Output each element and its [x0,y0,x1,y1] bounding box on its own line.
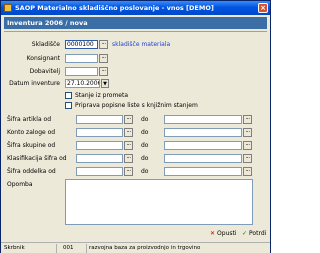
app-window: SAOP Materialno skladiščno poslovanje - … [0,0,271,253]
x-icon: ✕ [210,230,216,237]
window-title: SAOP Materialno skladiščno poslovanje - … [15,4,214,12]
form-panel: Skladišče 0000100 ... skladišče material… [4,31,267,237]
cancel-button-label: Opusti [217,230,237,237]
sifra-oddelka-label: Šifra oddelka od [7,168,56,175]
sifra-oddelka-do-label: do [141,168,149,175]
cancel-button[interactable]: ✕ Opusti [210,229,237,240]
status-code: 001 [63,245,74,251]
konto-zaloge-from-lookup-button[interactable]: ... [124,128,133,137]
skladisce-description: skladišče materiala [112,41,171,48]
klasifikacija-sifra-do-label: do [141,155,149,162]
stanje-iz-prometa-label: Stanje iz prometa [75,92,129,99]
confirm-button[interactable]: ✓ Potrdi [242,229,266,240]
sifra-oddelka-to-lookup-button[interactable]: ... [243,167,252,176]
sifra-oddelka-to-field[interactable] [164,167,242,176]
sifra-artikla-to-lookup-button[interactable]: ... [243,115,252,124]
klasifikacija-sifra-from-lookup-button[interactable]: ... [124,154,133,163]
konto-zaloge-to-lookup-button[interactable]: ... [243,128,252,137]
datum-dropdown-icon[interactable]: ▼ [101,79,109,88]
konsignant-lookup-button[interactable]: ... [99,54,108,63]
app-icon [4,4,12,12]
sifra-artikla-from-lookup-button[interactable]: ... [124,115,133,124]
status-bar: Skrbnik 001 razvojna baza za proizvodnjo… [1,242,270,253]
skladisce-field[interactable]: 0000100 [65,40,98,49]
stanje-iz-prometa-checkbox[interactable] [65,92,72,99]
sifra-artikla-from-field[interactable] [76,115,123,124]
sifra-skupine-from-lookup-button[interactable]: ... [124,141,133,150]
konsignant-label: Konsignant [26,55,60,62]
skladisce-lookup-button[interactable]: ... [99,40,108,49]
status-separator [56,244,57,253]
opomba-label: Opomba [7,181,33,188]
konsignant-field[interactable] [65,54,98,63]
datum-field[interactable]: 27.10.2006 [65,79,100,88]
datum-label: Datum inventure [9,80,60,87]
status-description: razvojna baza za proizvodnjo in trgovino [89,245,201,251]
sifra-skupine-to-lookup-button[interactable]: ... [243,141,252,150]
klasifikacija-sifra-to-field[interactable] [164,154,242,163]
sifra-artikla-to-field[interactable] [164,115,242,124]
klasifikacija-sifra-to-lookup-button[interactable]: ... [243,154,252,163]
status-separator [86,244,87,253]
konto-zaloge-do-label: do [141,129,149,136]
dobavitelj-lookup-button[interactable]: ... [99,67,108,76]
status-field: Skrbnik [4,245,25,251]
klasifikacija-sifra-from-field[interactable] [76,154,123,163]
sifra-skupine-from-field[interactable] [76,141,123,150]
dobavitelj-label: Dobavitelj [29,68,60,75]
sifra-oddelka-from-field[interactable] [76,167,123,176]
form-title: Inventura 2006 / nova [4,17,267,29]
sifra-skupine-label: Šifra skupine od [7,142,56,149]
check-icon: ✓ [242,230,248,237]
confirm-button-label: Potrdi [249,230,267,237]
close-icon[interactable]: × [258,3,268,13]
konto-zaloge-from-field[interactable] [76,128,123,137]
konto-zaloge-to-field[interactable] [164,128,242,137]
klasifikacija-sifra-label: Klasifikacija šifra od [7,155,67,162]
priprava-popisne-liste-checkbox[interactable] [65,102,72,109]
sifra-skupine-to-field[interactable] [164,141,242,150]
sifra-skupine-do-label: do [141,142,149,149]
dobavitelj-field[interactable] [65,67,98,76]
sifra-oddelka-from-lookup-button[interactable]: ... [124,167,133,176]
priprava-popisne-liste-label: Priprava popisne liste s knjižnim stanje… [75,102,198,109]
sifra-artikla-do-label: do [141,116,149,123]
title-bar: SAOP Materialno skladiščno poslovanje - … [1,1,270,15]
konto-zaloge-label: Konto zaloge od [7,129,56,136]
sifra-artikla-label: Šifra artikla od [7,116,52,123]
skladisce-label: Skladišče [31,41,60,48]
opomba-textarea[interactable] [65,179,253,225]
